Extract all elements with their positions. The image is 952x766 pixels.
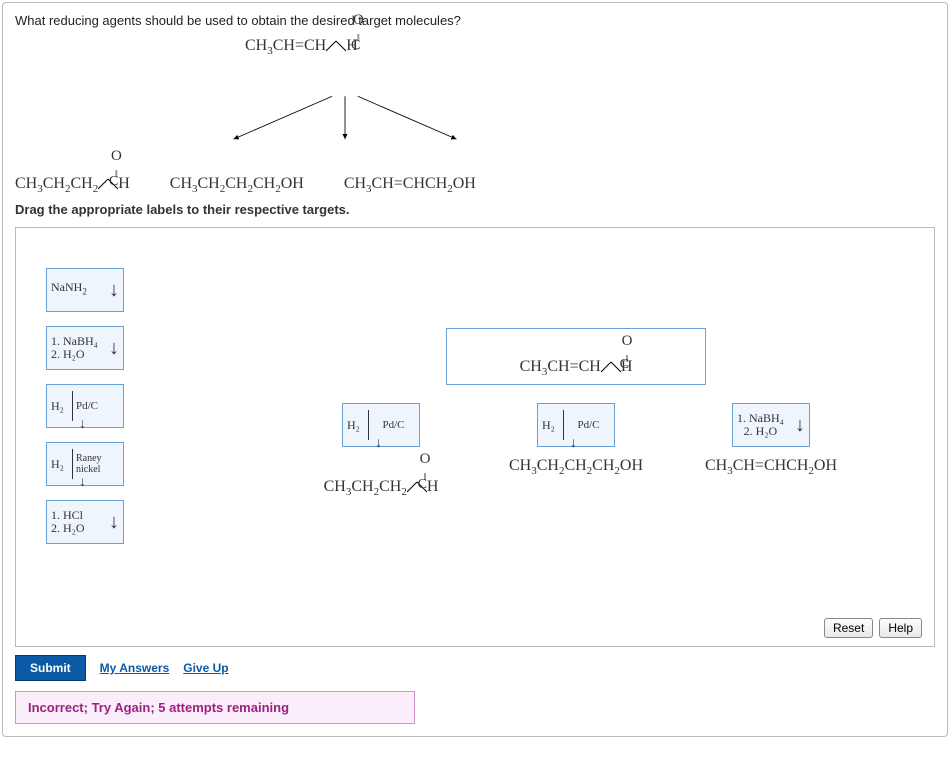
submit-button[interactable]: Submit <box>15 655 86 681</box>
target-1-molecule: O‖ CH3CH2CH2H C <box>324 457 439 498</box>
question-text: What reducing agents should be used to o… <box>15 13 935 28</box>
starting-material: CH3CH=CHH O‖ C <box>245 36 358 57</box>
feedback-message: Incorrect; Try Again; 5 attempts remaini… <box>15 691 415 724</box>
product-right: CH3CH=CHCH2OH <box>344 175 476 195</box>
target-area: O‖ CH3CH=CHH C H₂ Pd/C ↓ O‖ CH3CH2CH2H <box>296 328 856 498</box>
target-3-molecule: CH3CH=CHCH2OH <box>686 457 856 477</box>
arrow-down-icon: ↓ <box>109 342 119 354</box>
question-container: What reducing agents should be used to o… <box>2 2 948 737</box>
arrow-down-icon: ↓ <box>79 475 86 487</box>
work-area-footer: Reset Help <box>824 618 922 638</box>
product-left: O‖ CH3CH2CH2H C <box>15 154 130 195</box>
arrow-down-icon: ↓ <box>795 419 805 431</box>
reaction-arrows <box>155 92 535 152</box>
work-area: NaNH2 ↓ 1. NaBH₄2. H₂O ↓ H₂ Pd/C ↓ H₂ Ra… <box>15 227 935 647</box>
arrow-down-icon: ↓ <box>570 436 577 448</box>
placed-label-3[interactable]: 1. NaBH₄2. H₂O ↓ <box>732 403 810 447</box>
arrow-down-icon: ↓ <box>109 516 119 528</box>
arrow-down-icon: ↓ <box>79 417 86 429</box>
submit-row: Submit My Answers Give Up <box>15 655 935 681</box>
reset-button[interactable]: Reset <box>824 618 873 638</box>
label-h2-raney[interactable]: H₂ Raney nickel ↓ <box>46 442 124 486</box>
target-2-molecule: CH3CH2CH2CH2OH <box>491 457 661 477</box>
placed-label-1[interactable]: H₂ Pd/C ↓ <box>342 403 420 447</box>
starting-material-box: O‖ CH3CH=CHH C <box>446 328 706 385</box>
target-3[interactable]: 1. NaBH₄2. H₂O ↓ CH3CH=CHCH2OH <box>686 403 856 477</box>
product-middle: CH3CH2CH2CH2OH <box>170 175 304 195</box>
label-nanh2[interactable]: NaNH2 ↓ <box>46 268 124 312</box>
label-hcl[interactable]: 1. HCl2. H₂O ↓ <box>46 500 124 544</box>
help-button[interactable]: Help <box>879 618 922 638</box>
arrow-down-icon: ↓ <box>375 436 382 448</box>
label-h2-pdc[interactable]: H₂ Pd/C ↓ <box>46 384 124 428</box>
give-up-link[interactable]: Give Up <box>183 661 228 675</box>
label-nabh4[interactable]: 1. NaBH₄2. H₂O ↓ <box>46 326 124 370</box>
target-1[interactable]: H₂ Pd/C ↓ O‖ CH3CH2CH2H C <box>296 403 466 498</box>
my-answers-link[interactable]: My Answers <box>100 661 170 675</box>
target-2[interactable]: H₂ Pd/C ↓ CH3CH2CH2CH2OH <box>491 403 661 477</box>
arrow-down-icon: ↓ <box>109 284 119 296</box>
placed-label-2[interactable]: H₂ Pd/C ↓ <box>537 403 615 447</box>
reaction-diagram: CH3CH=CHH O‖ C O‖ CH3CH2CH2H C <box>15 36 935 196</box>
drag-instruction: Drag the appropriate labels to their res… <box>15 202 935 217</box>
labels-palette: NaNH2 ↓ 1. NaBH₄2. H₂O ↓ H₂ Pd/C ↓ H₂ Ra… <box>46 268 124 544</box>
